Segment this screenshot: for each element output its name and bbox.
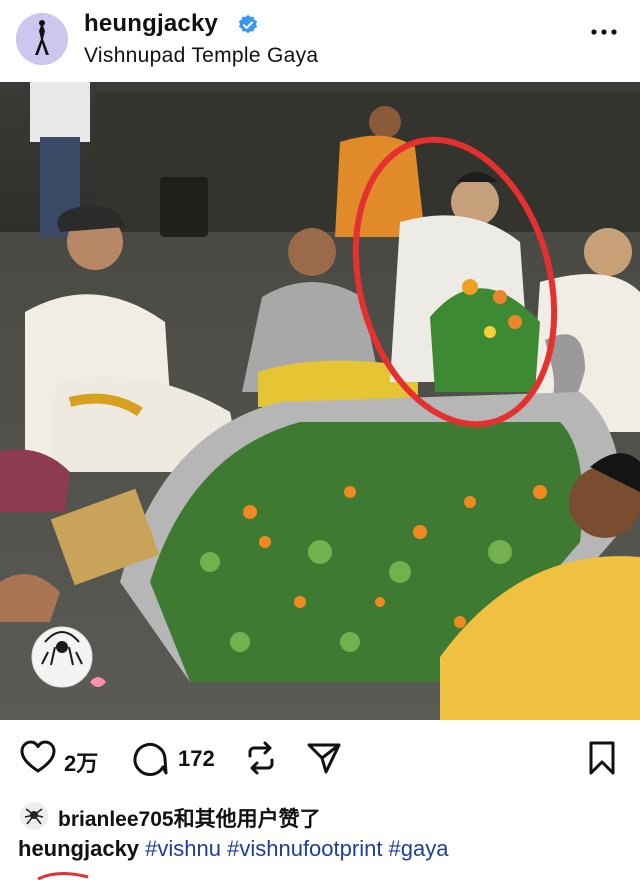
liker-avatar[interactable] [20, 802, 48, 830]
comment-count[interactable]: 172 [178, 746, 215, 772]
red-underline-mark [37, 872, 89, 880]
caption-continuation-fragment [18, 868, 128, 880]
avatar-silhouette-icon [16, 13, 68, 65]
post-caption: heungjacky #vishnu #vishnufootprint #gay… [18, 836, 449, 862]
post-photo[interactable] [0, 82, 640, 720]
save-bookmark-icon[interactable] [588, 740, 616, 776]
post-username[interactable]: heungjacky [84, 10, 218, 38]
post-actions-bar: 2万 172 [0, 730, 640, 790]
liked-by-text[interactable]: brianlee705和其他用户赞了 [58, 803, 321, 833]
share-send-icon[interactable] [306, 740, 342, 776]
like-count[interactable]: 2万 [64, 746, 98, 778]
hashtag-vishnufootprint[interactable]: #vishnufootprint [221, 836, 382, 861]
hashtag-vishnu[interactable]: #vishnu [139, 836, 221, 861]
comment-bubble-icon[interactable] [132, 740, 168, 776]
verified-badge-icon [238, 14, 258, 34]
post-header: heungjacky Vishnupad Temple Gaya [0, 0, 640, 82]
avatar[interactable] [16, 13, 68, 65]
caption-username[interactable]: heungjacky [18, 836, 139, 861]
more-options-icon[interactable] [590, 26, 618, 38]
temple-photo [0, 82, 640, 720]
liked-by-row: brianlee705和其他用户赞了 [18, 800, 638, 832]
repost-icon[interactable] [244, 740, 278, 776]
spider-avatar-icon [20, 802, 48, 830]
hashtag-gaya[interactable]: #gaya [382, 836, 449, 861]
like-heart-icon[interactable] [20, 740, 56, 774]
post-location[interactable]: Vishnupad Temple Gaya [84, 44, 318, 68]
